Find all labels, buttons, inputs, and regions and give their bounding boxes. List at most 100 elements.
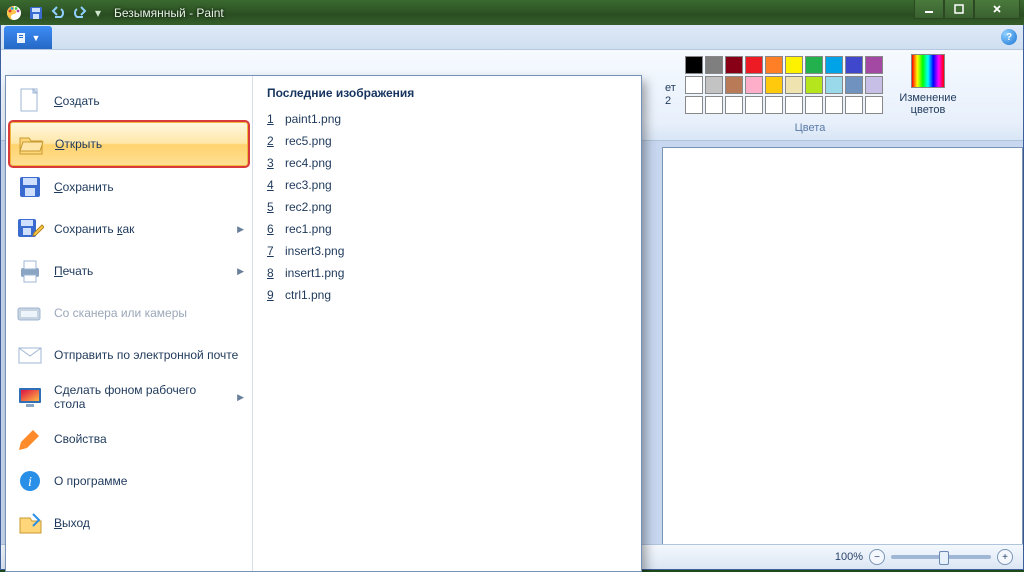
color-swatch[interactable] [745,56,763,74]
recent-file-index: 3 [267,156,277,170]
minimize-button[interactable] [914,0,944,19]
color-swatch[interactable] [745,76,763,94]
recent-file-index: 2 [267,134,277,148]
qat-undo-icon[interactable] [48,4,68,22]
color-swatch[interactable] [705,96,723,114]
qat-redo-icon[interactable] [70,4,90,22]
color-swatch[interactable] [845,56,863,74]
color-swatch[interactable] [785,76,803,94]
recent-file-index: 5 [267,200,277,214]
recent-file-item[interactable]: 6 rec1.png [267,218,627,240]
recent-file-item[interactable]: 5 rec2.png [267,196,627,218]
color-swatch[interactable] [785,56,803,74]
qat-customize-icon[interactable]: ▾ [92,4,104,22]
file-menu-item-label: Свойства [54,432,107,446]
zoom-controls: 100% − + [825,549,1023,565]
recent-file-index: 6 [267,222,277,236]
color-swatch[interactable] [745,96,763,114]
color-swatch[interactable] [785,96,803,114]
recent-file-index: 7 [267,244,277,258]
mail-icon [16,341,44,369]
color-palette[interactable] [685,56,883,114]
color-swatch[interactable] [825,76,843,94]
recent-file-index: 9 [267,288,277,302]
color-swatch[interactable] [865,96,883,114]
recent-file-item[interactable]: 4rec3.png [267,174,627,196]
qat-save-icon[interactable] [26,4,46,22]
zoom-out-button[interactable]: − [869,549,885,565]
color-swatch[interactable] [765,96,783,114]
recent-file-name: rec5.png [285,134,332,148]
zoom-slider[interactable] [891,555,991,559]
desktop-icon [16,383,44,411]
paint-app-icon[interactable] [4,4,24,22]
recent-file-item[interactable]: 7insert3.png [267,240,627,262]
color-swatch[interactable] [845,96,863,114]
file-menu-item-label: Открыть [55,137,102,151]
zoom-in-button[interactable]: + [997,549,1013,565]
edit-colors-button[interactable]: Изменение цветов [893,54,963,116]
color-swatch[interactable] [725,76,743,94]
file-menu-item-open[interactable]: Открыть [10,122,248,166]
color-swatch[interactable] [705,76,723,94]
file-menu-item-saveas[interactable]: Сохранить как▶ [6,208,252,250]
color-swatch[interactable] [805,96,823,114]
file-menu-commands: Создать Открыть СохранитьСохранить как▶Печ… [6,76,253,571]
recent-file-item[interactable]: 9 ctrl1.png [267,284,627,306]
help-icon[interactable]: ? [1001,29,1017,45]
recent-file-name: rec3.png [285,178,332,192]
color-swatch[interactable] [685,76,703,94]
file-menu-recent-panel: Последние изображения 1 paint1.png 2 rec5.p… [253,76,641,571]
new-icon [16,87,44,115]
color-swatch[interactable] [705,56,723,74]
color-swatch[interactable] [765,56,783,74]
file-tab[interactable]: ▼ [4,26,52,49]
color-swatch[interactable] [805,76,823,94]
color-swatch[interactable] [865,56,883,74]
color-swatch[interactable] [725,56,743,74]
color-swatch[interactable] [825,96,843,114]
file-menu-item-new[interactable]: Создать [6,80,252,122]
recent-file-name: insert1.png [285,266,344,280]
color-swatch[interactable] [845,76,863,94]
file-menu-item-about[interactable]: i О программе [6,460,252,502]
file-menu-item-desktop[interactable]: Сделать фоном рабочего стола▶ [6,376,252,418]
about-icon: i [16,467,44,495]
maximize-button[interactable] [944,0,974,19]
file-menu-item-props[interactable]: Свойства [6,418,252,460]
color-swatch[interactable] [685,96,703,114]
svg-text:i: i [28,475,32,490]
recent-file-item[interactable]: 3 rec4.png [267,152,627,174]
color-swatch[interactable] [725,96,743,114]
recent-file-name: rec2.png [285,200,332,214]
canvas[interactable] [662,147,1023,549]
open-icon [17,130,45,158]
truncated-color2-label: ет 2 [665,52,679,108]
recent-file-name: rec1.png [285,222,332,236]
color-swatch[interactable] [805,56,823,74]
recent-file-item[interactable]: 1 paint1.png [267,108,627,130]
client-area: ▼ ? ет 2 Изменение цветов Цвета [0,25,1024,570]
close-button[interactable] [974,0,1020,19]
recent-header: Последние изображения [267,86,627,100]
recent-file-name: rec4.png [285,156,332,170]
file-menu-item-print[interactable]: Печать▶ [6,250,252,292]
file-menu-item-mail[interactable]: Отправить по электронной почте [6,334,252,376]
recent-file-index: 1 [267,112,277,126]
color-swatch[interactable] [825,56,843,74]
colors-group-label: Цвета [685,122,935,134]
recent-file-name: paint1.png [285,112,341,126]
recent-file-name: ctrl1.png [285,288,331,302]
recent-file-item[interactable]: 2 rec5.png [267,130,627,152]
file-menu-item-label: О программе [54,474,127,488]
color-swatch[interactable] [765,76,783,94]
file-menu-item-exit[interactable]: Выход [6,502,252,544]
recent-file-item[interactable]: 8insert1.png [267,262,627,284]
ribbon-tab-strip: ▼ ? [1,25,1023,50]
color-swatch[interactable] [865,76,883,94]
props-icon [16,425,44,453]
scan-icon [16,299,44,327]
color-swatch[interactable] [685,56,703,74]
submenu-arrow-icon: ▶ [237,224,244,235]
file-menu-item-save[interactable]: Сохранить [6,166,252,208]
